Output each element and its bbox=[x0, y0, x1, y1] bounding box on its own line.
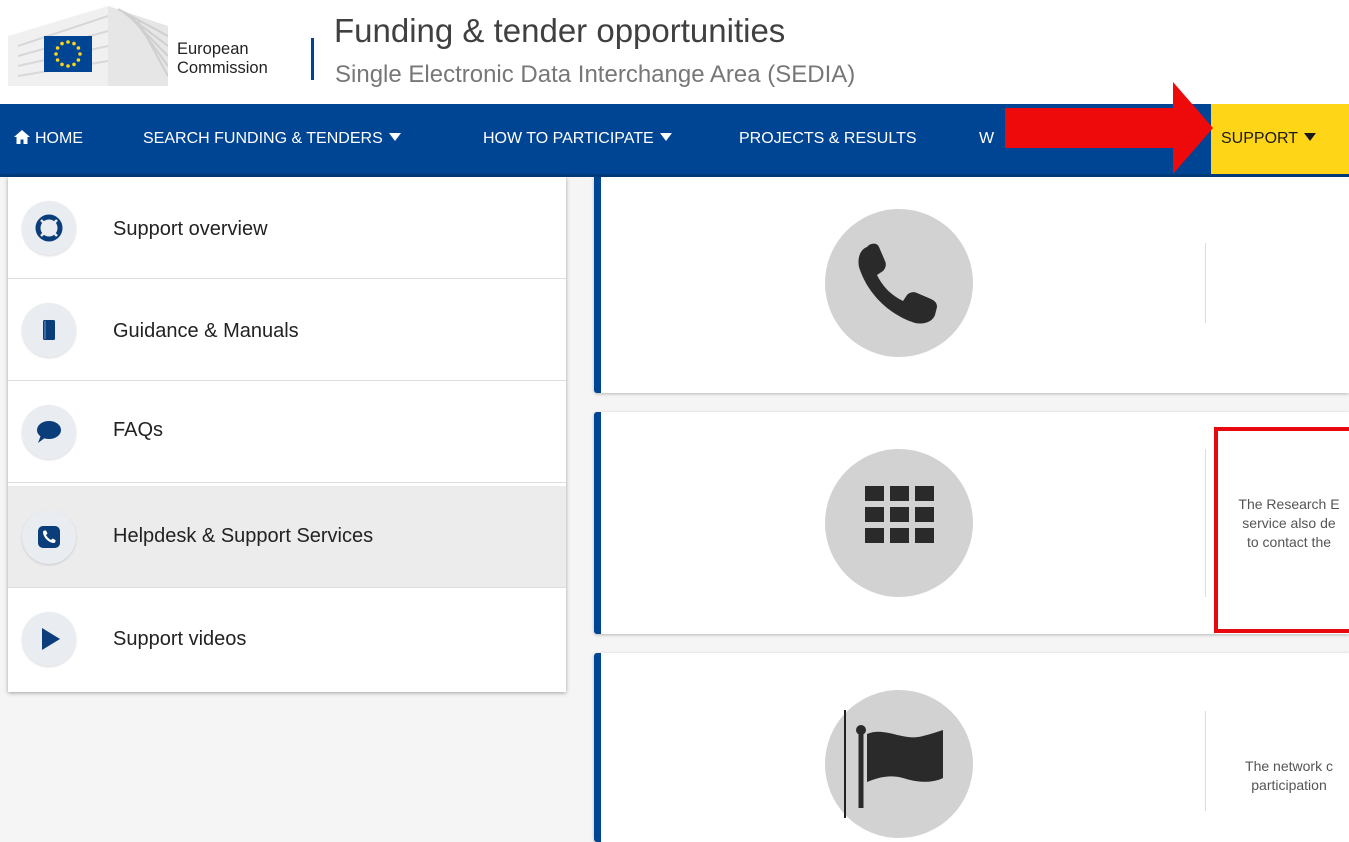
nav-truncated-item-label: W bbox=[979, 130, 995, 147]
support-card-phone[interactable] bbox=[594, 177, 1349, 393]
organization-name-line1: European bbox=[177, 40, 249, 58]
card-text-line: participation bbox=[1251, 777, 1327, 793]
phone-icon bbox=[22, 510, 76, 564]
sidebar-item-label: Support overview bbox=[113, 218, 268, 240]
caret-down-icon bbox=[659, 133, 672, 141]
card-divider bbox=[1205, 711, 1206, 811]
support-card-ncp-network[interactable]: The network c participation bbox=[594, 653, 1349, 842]
sidebar-item-faqs[interactable]: FAQs bbox=[8, 381, 566, 483]
caret-down-icon bbox=[1304, 133, 1317, 141]
sidebar-item-helpdesk-support[interactable]: Helpdesk & Support Services bbox=[8, 486, 566, 588]
sidebar-item-label: Support videos bbox=[113, 628, 247, 650]
nav-how-to-participate-label: HOW TO PARTICIPATE bbox=[483, 130, 654, 147]
play-icon bbox=[22, 612, 76, 666]
flag-icon bbox=[844, 710, 943, 818]
nav-home-label: HOME bbox=[35, 130, 83, 147]
annotation-highlight-box bbox=[1214, 427, 1349, 633]
nav-projects-results[interactable]: PROJECTS & RESULTS bbox=[739, 104, 917, 174]
nav-support-label: SUPPORT bbox=[1221, 130, 1299, 147]
lifebuoy-icon bbox=[22, 201, 76, 255]
card-icon-circle bbox=[825, 209, 973, 357]
organization-name: European Commission bbox=[177, 40, 268, 78]
sidebar-item-label: Guidance & Manuals bbox=[113, 320, 299, 342]
phone-icon bbox=[858, 243, 937, 324]
site-title[interactable]: Funding & tender opportunities bbox=[334, 12, 785, 50]
nav-home[interactable]: HOME bbox=[14, 104, 83, 174]
sidebar-item-label: Helpdesk & Support Services bbox=[113, 525, 374, 547]
nav-projects-results-label: PROJECTS & RESULTS bbox=[739, 130, 917, 147]
sidebar-item-support-overview[interactable]: Support overview bbox=[8, 177, 566, 279]
nav-how-to-participate[interactable]: HOW TO PARTICIPATE bbox=[483, 104, 672, 174]
caret-down-icon bbox=[388, 133, 401, 141]
nav-support[interactable]: SUPPORT bbox=[1211, 104, 1349, 174]
grid-icon bbox=[865, 486, 934, 543]
card-icon-circle bbox=[825, 690, 973, 838]
card-icon-circle bbox=[825, 449, 973, 597]
card-divider bbox=[1205, 243, 1206, 323]
sidebar-item-guidance-manuals[interactable]: Guidance & Manuals bbox=[8, 279, 566, 381]
site-subtitle: Single Electronic Data Interchange Area … bbox=[335, 61, 856, 88]
nav-truncated-item[interactable]: W bbox=[979, 104, 994, 174]
organization-name-line2: Commission bbox=[177, 59, 268, 77]
support-sidebar-menu: Support overview Guidance & Manuals FAQs… bbox=[8, 177, 566, 692]
nav-search-funding-label: SEARCH FUNDING & TENDERS bbox=[143, 130, 383, 147]
card-description: The network c participation bbox=[1219, 757, 1349, 795]
card-text-line: The network c bbox=[1245, 758, 1333, 774]
home-icon bbox=[14, 130, 30, 144]
sidebar-item-label: FAQs bbox=[113, 419, 164, 441]
speech-bubble-icon bbox=[22, 405, 76, 459]
annotation-arrow bbox=[1005, 82, 1213, 174]
sidebar-item-support-videos[interactable]: Support videos bbox=[8, 588, 566, 690]
logo-divider bbox=[311, 38, 314, 80]
card-divider bbox=[1205, 449, 1206, 597]
nav-search-funding[interactable]: SEARCH FUNDING & TENDERS bbox=[143, 104, 401, 174]
book-icon bbox=[22, 303, 76, 357]
european-commission-logo[interactable] bbox=[8, 6, 168, 86]
